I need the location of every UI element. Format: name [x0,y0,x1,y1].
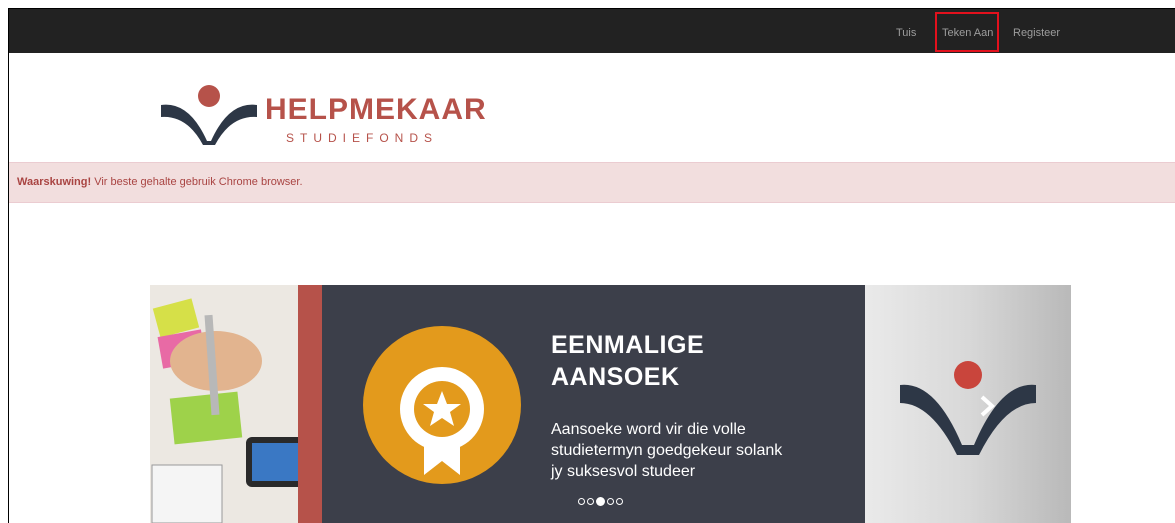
carousel-next-slide-image [865,285,1071,523]
carousel-active-slide: EENMALIGE AANSOEK Aansoeke word vir die … [322,285,865,523]
slide-body-line1: Aansoeke word vir die volle [551,421,746,438]
chevron-right-icon[interactable] [974,393,1000,419]
carousel-indicator-dot[interactable] [587,498,594,506]
nav-link-tuis[interactable]: Tuis [896,9,916,53]
carousel-indicators [578,493,625,507]
award-ribbon-icon [362,325,522,490]
carousel-indicator-dot[interactable] [596,497,605,507]
site-logo[interactable]: HELPMEKAAR STUDIEFONDS [159,83,486,153]
carousel-prev-slide-image [150,285,318,523]
top-navbar: Tuis Teken Aan Registeer [9,9,1175,53]
slide-heading: EENMALIGE AANSOEK [551,329,704,393]
slide-heading-line2: AANSOEK [551,363,680,391]
desk-photo-illustration [150,285,318,523]
nav-link-registeer[interactable]: Registeer [1013,9,1060,53]
slide-heading-line1: EENMALIGE [551,331,705,359]
carousel-indicator-dot[interactable] [616,498,623,506]
slide-body-line2: studietermyn goedgekeur solank [551,442,783,459]
browser-warning-alert: Waarskuwing! Vir beste gehalte gebruik C… [9,162,1175,203]
alert-text: Vir beste gehalte gebruik Chrome browser… [91,176,303,188]
slide-body-line3: jy suksesvol studeer [551,463,696,480]
logo-wordmark: HELPMEKAAR [265,93,487,126]
logo-mark-icon [161,85,257,145]
logo-tagline: STUDIEFONDS [286,131,439,145]
browser-viewport: Tuis Teken Aan Registeer HELPMEKAAR STUD… [8,8,1175,523]
carousel-accent-bar [298,285,322,523]
carousel-indicator-dot[interactable] [578,498,585,506]
hero-carousel[interactable]: EENMALIGE AANSOEK Aansoeke word vir die … [150,285,1071,523]
logo-mark-icon [900,361,1036,455]
alert-strong: Waarskuwing! [17,176,92,188]
highlight-box [935,12,999,52]
slide-description: Aansoeke word vir die volle studietermyn… [551,419,831,482]
carousel-indicator-dot[interactable] [607,498,614,506]
